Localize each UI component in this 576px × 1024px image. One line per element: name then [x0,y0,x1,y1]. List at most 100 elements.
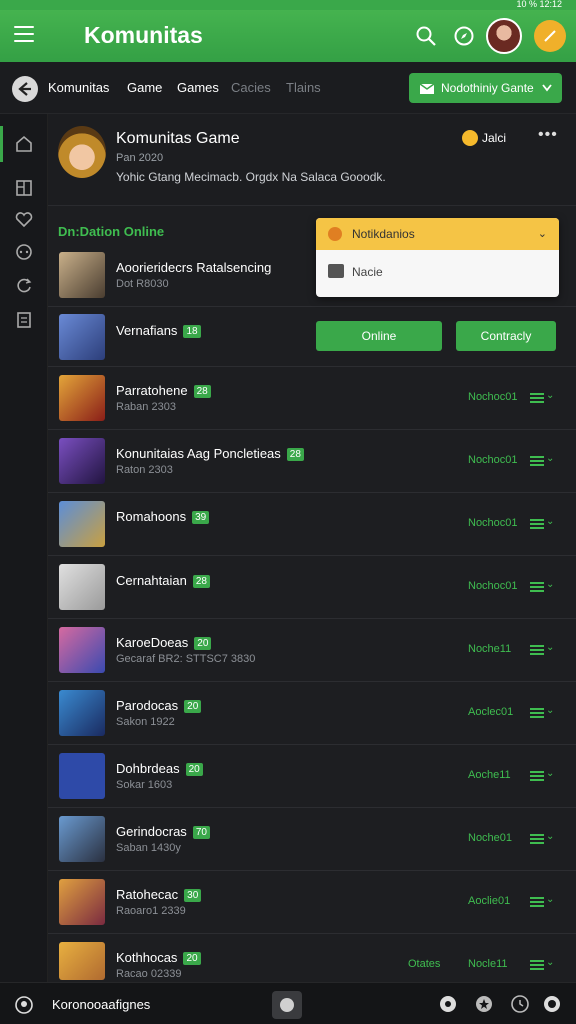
home-button[interactable] [272,991,302,1019]
clock-icon[interactable] [510,994,530,1014]
game-tag: 20 [185,763,203,776]
list-item[interactable]: Parodocas 20 Sakon 1922 Aoclec01 ⌄ [48,681,576,744]
list-menu-icon[interactable] [530,960,544,972]
tab-cacies[interactable]: Cacies [231,80,271,95]
game-name: Cernahtaian 28 [116,573,210,588]
list-menu-icon[interactable] [530,834,544,846]
game-thumbnail [59,627,105,673]
game-meta: Raoaro1 2339 [116,905,186,917]
community-avatar[interactable] [58,126,106,178]
more-options-icon[interactable]: ••• [538,126,558,144]
game-controller-icon[interactable] [14,242,34,262]
game-name: Konunitaias Aag Poncletieas 28 [116,446,304,461]
reaction-badge[interactable]: Jalci [462,130,506,146]
game-status: Aoclec01 [468,706,514,718]
list-item[interactable]: KaroeDoeas 20 Gecaraf BR2: STTSC7 3830 No… [48,618,576,681]
list-menu-icon[interactable] [530,771,544,783]
game-thumbnail [59,564,105,610]
search-icon[interactable] [414,24,438,48]
chat-icon[interactable] [438,994,458,1014]
game-thumbnail [59,252,105,298]
compass-icon[interactable] [452,24,476,48]
list-menu-icon[interactable] [530,645,544,657]
list-menu-icon[interactable] [530,708,544,720]
contact-button[interactable]: Contracly [456,321,556,351]
game-status: Noche11 [468,643,512,655]
arrow-left-icon [18,82,31,96]
game-tag: 20 [194,637,212,650]
heart-icon[interactable] [14,210,34,230]
target-icon[interactable] [542,994,562,1014]
list-item[interactable]: Gerindocras 70 Saban 1430y Noche01 ⌄ [48,807,576,870]
chevron-down-icon[interactable]: ⌄ [546,453,554,464]
game-meta: Sakon 1922 [116,716,175,728]
game-tag: 28 [193,385,211,398]
list-item[interactable]: Ratohecac 30 Raoaro1 2339 Aoclie01 ⌄ [48,870,576,933]
notifications-button[interactable]: Nodothiniy Gante [409,73,562,103]
chevron-down-icon[interactable]: ⌄ [546,642,554,653]
list-item[interactable]: Parratohene 28 Raban 2303 Nochoc01 ⌄ [48,366,576,429]
game-thumbnail [59,753,105,799]
chevron-down-icon[interactable]: ⌄ [546,831,554,842]
game-thumbnail [59,375,105,421]
refresh-icon[interactable] [14,276,34,296]
chevron-down-icon[interactable]: ⌄ [546,894,554,905]
tab-tlains[interactable]: Tlains [286,80,321,95]
chevron-down-icon[interactable]: ⌄ [546,390,554,401]
list-item[interactable]: Dohbrdeas 20 Sokar 1603 Aoche11 ⌄ [48,744,576,807]
dropdown-header-label: Notikdanios [352,227,415,241]
chevron-down-icon: ⌄ [537,228,547,240]
chevron-down-icon[interactable]: ⌄ [546,768,554,779]
document-icon[interactable] [14,310,34,330]
game-thumbnail [59,690,105,736]
online-button[interactable]: Online [316,321,442,351]
list-menu-icon[interactable] [530,393,544,405]
star-icon[interactable] [474,994,494,1014]
list-item[interactable]: Cernahtaian 28 Nochoc01 ⌄ [48,555,576,618]
game-name: Parodocas 20 [116,698,202,713]
home-icon[interactable] [14,134,34,154]
game-name: Aoorieridecrs Ratalsencing [116,260,272,275]
community-header: Komunitas Game Pan 2020 Yohic Gtang Meci… [48,114,576,206]
app-bar: Komunitas [0,10,576,62]
community-title: Komunitas Game [116,130,240,147]
game-status: Aoclie01 [468,895,511,907]
dropdown-item[interactable]: Nacie [316,250,559,297]
list-menu-icon[interactable] [530,519,544,531]
back-button[interactable] [12,76,38,102]
dropdown-header[interactable]: Notikdanios ⌄ [316,218,559,250]
game-extra-status: Otates [408,958,441,970]
list-menu-icon[interactable] [530,897,544,909]
section-title: Dn:Dation Online [58,224,165,239]
menu-icon[interactable] [14,26,34,44]
game-thumbnail [59,501,105,547]
community-logo-icon[interactable] [14,995,34,1015]
list-item[interactable]: Kothhocas 20 Racao 02339 Otates Nocle11 ⌄ [48,933,576,982]
chevron-down-icon[interactable]: ⌄ [546,516,554,527]
list-menu-icon[interactable] [530,456,544,468]
tab-komunitas[interactable]: Komunitas [48,80,109,95]
tab-games[interactable]: Games [177,80,219,95]
game-thumbnail [59,879,105,925]
game-status: Nocle11 [468,958,508,970]
game-meta: Dot R8030 [116,278,169,290]
reaction-badge-label: Jalci [482,131,507,145]
chevron-down-icon[interactable]: ⌄ [546,705,554,716]
game-tag: 30 [184,889,202,902]
game-tag: 39 [192,511,210,524]
tab-game[interactable]: Game [127,80,162,95]
chevron-down-icon[interactable]: ⌄ [546,957,554,968]
list-item[interactable]: Romahoons 39 Nochoc01 ⌄ [48,492,576,555]
edit-button[interactable] [534,20,566,52]
game-name: Vernafians 18 [116,323,201,338]
list-menu-icon[interactable] [530,582,544,594]
layout-icon[interactable] [14,178,34,198]
list-item[interactable]: Konunitaias Aag Poncletieas 28 Raton 2303… [48,429,576,492]
game-thumbnail [59,942,105,980]
game-name: Gerindocras 70 [116,824,210,839]
game-thumbnail [59,314,105,360]
game-name: KaroeDoeas 20 [116,635,212,650]
user-avatar[interactable] [486,18,522,54]
list-item[interactable]: Vernafians 18 Online Contracly [48,306,576,366]
chevron-down-icon[interactable]: ⌄ [546,579,554,590]
